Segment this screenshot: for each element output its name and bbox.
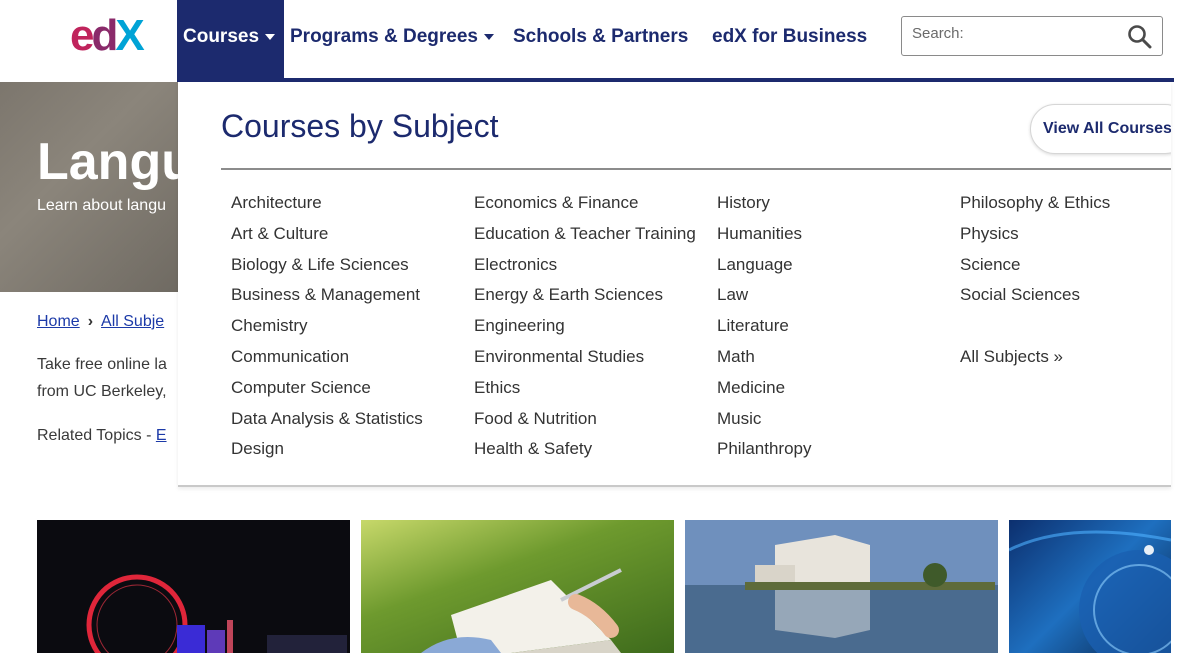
search-box [901,16,1163,56]
subject-link[interactable]: Health & Safety [474,439,696,470]
nav-courses-button[interactable]: Courses [177,0,284,82]
subject-link[interactable]: Humanities [717,224,812,255]
subject-link[interactable]: Chemistry [231,316,423,347]
course-card-image[interactable] [361,520,674,653]
nav-schools-link[interactable]: Schools & Partners [513,26,688,48]
subject-link[interactable]: Philosophy & Ethics [960,193,1110,224]
related-topic-link[interactable]: E [156,427,167,444]
subject-link[interactable]: Environmental Studies [474,347,696,378]
chevron-right-icon: › [87,313,94,330]
london-eye-image [37,520,350,653]
logo-letter-x: X [115,11,144,60]
edx-logo[interactable]: edX [70,11,145,60]
subject-link[interactable]: Language [717,255,812,286]
related-topics-label: Related Topics - [37,427,156,444]
subject-link[interactable]: History [717,193,812,224]
logo-letter-e: e [70,11,95,60]
breadcrumb: Home › All Subje [37,313,178,331]
subject-link[interactable]: Physics [960,224,1110,255]
subject-link[interactable]: Design [231,439,423,470]
nav-programs-label: Programs & Degrees [290,26,478,47]
chevron-down-icon [483,33,494,40]
site-header: edX Courses Programs & Degrees Schools &… [0,0,1180,82]
nav-programs-button[interactable]: Programs & Degrees [290,26,494,48]
hero-subtitle: Learn about langu [37,197,166,214]
subject-link[interactable]: Electronics [474,255,696,286]
mega-menu-title: Courses by Subject [221,108,499,144]
logo-letter-d: d [91,11,118,60]
search-input[interactable] [912,25,1112,42]
nav-courses-label: Courses [183,26,260,47]
subject-link[interactable]: Art & Culture [231,224,423,255]
subject-column-4: Philosophy & Ethics Physics Science Soci… [960,193,1110,378]
subject-link[interactable]: Medicine [717,378,812,409]
subject-link[interactable]: Science [960,255,1110,286]
digital-globe-image [1009,530,1171,653]
subject-link[interactable]: Economics & Finance [474,193,696,224]
subject-link[interactable]: Ethics [474,378,696,409]
subject-link[interactable]: Business & Management [231,285,423,316]
writing-notebook-image [421,568,622,653]
subject-link[interactable]: Literature [717,316,812,347]
chevron-down-icon [265,33,276,40]
courses-mega-menu: Courses by Subject View All Courses Arch… [178,82,1171,487]
subject-link[interactable]: Biology & Life Sciences [231,255,423,286]
search-button[interactable] [1126,23,1154,51]
subject-link[interactable]: Math [717,347,812,378]
subject-link[interactable]: Philanthropy [717,439,812,470]
subject-link[interactable]: Engineering [474,316,696,347]
course-card-image[interactable] [1009,520,1171,653]
all-subjects-link[interactable]: All Subjects » [960,347,1110,378]
intro-line-2: from UC Berkeley, [37,383,167,400]
subject-column-1: Architecture Art & Culture Biology & Lif… [231,193,423,470]
intro-line-1: Take free online la [37,356,167,373]
subject-link[interactable]: Computer Science [231,378,423,409]
lake-house-image [685,520,998,653]
subject-column-2: Economics & Finance Education & Teacher … [474,193,696,470]
subject-link[interactable]: Energy & Earth Sciences [474,285,696,316]
subject-link[interactable]: Social Sciences [960,285,1110,316]
mega-menu-divider [221,168,1171,170]
nav-business-link[interactable]: edX for Business [712,26,867,48]
hero-title: Langu [37,133,178,191]
subject-link[interactable]: Architecture [231,193,423,224]
subject-link[interactable]: Communication [231,347,423,378]
search-icon [1128,25,1152,49]
subject-link[interactable]: Law [717,285,812,316]
course-card-image[interactable] [37,520,350,653]
breadcrumb-all-subjects-link[interactable]: All Subje [101,313,164,330]
course-card-image[interactable] [685,520,998,653]
subject-link[interactable]: Education & Teacher Training [474,224,696,255]
subject-column-3: History Humanities Language Law Literatu… [717,193,812,470]
subject-link[interactable]: Music [717,409,812,440]
related-topics: Related Topics - E [37,427,178,445]
subject-link[interactable]: Food & Nutrition [474,409,696,440]
subject-link[interactable]: Data Analysis & Statistics [231,409,423,440]
view-all-courses-button[interactable]: View All Courses [1030,104,1171,154]
breadcrumb-home-link[interactable]: Home [37,313,80,330]
hero-banner: Langu Learn about langu [0,82,178,292]
